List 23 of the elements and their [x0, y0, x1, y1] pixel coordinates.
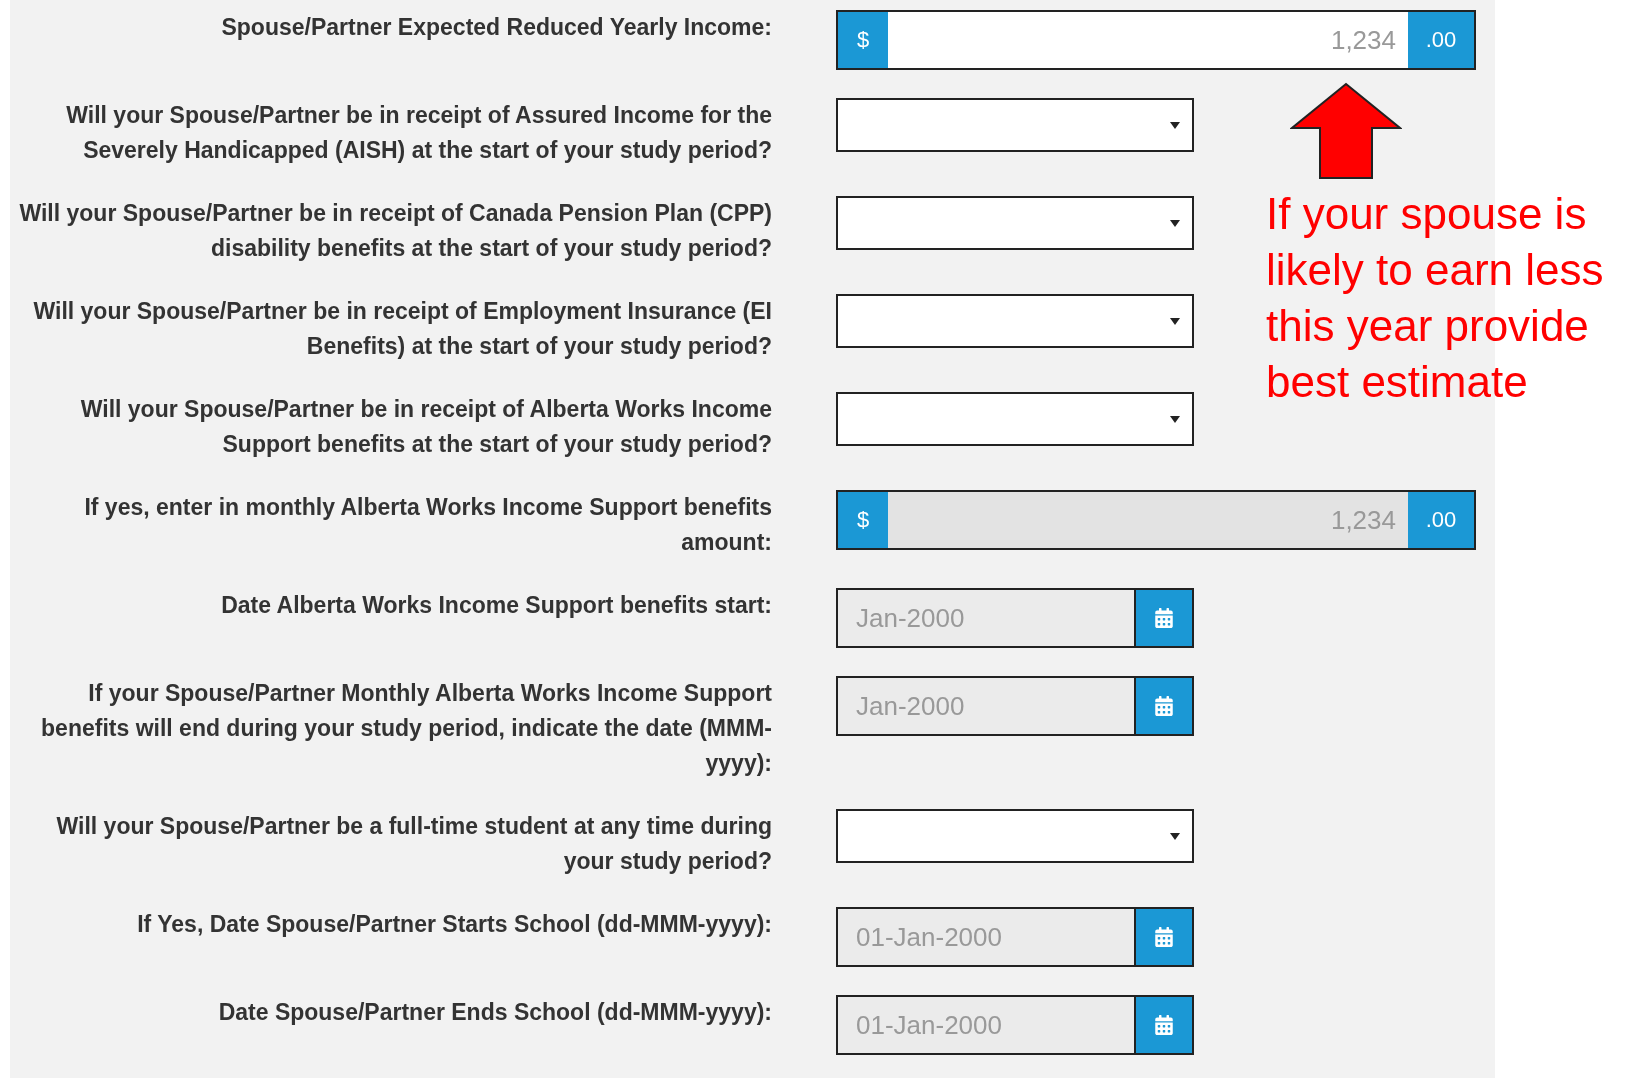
field-label: Spouse/Partner Expected Reduced Yearly Income:	[220, 13, 772, 42]
dropdown[interactable]	[836, 196, 1194, 250]
caret-icon	[1170, 317, 1180, 325]
field-label: Will your Spouse/Partner be a full-time student at any time during your study period?	[55, 812, 772, 876]
field-label: If your Spouse/Partner Monthly Alberta Works Income Support benefits will end during your study period, indicate the date (MMM-yyyy):	[40, 679, 772, 778]
field-label: If yes, enter in monthly Alberta Works Income Support benefits amount:	[83, 493, 772, 557]
caret-icon	[1170, 219, 1180, 227]
up-arrow-icon	[1290, 82, 1402, 180]
dropdown[interactable]	[836, 392, 1194, 446]
field-label: Date Alberta Works Income Support benefits start:	[220, 591, 772, 620]
field-label: Will your Spouse/Partner be in receipt of Alberta Works Income Support benefits at the start of your study period?	[79, 395, 772, 459]
caret-icon	[1170, 121, 1180, 129]
annotation-text: If your spouse is likely to earn less this year provide best estimate	[1266, 188, 1605, 408]
field-label: Date Spouse/Partner Ends School (dd-MMM-yyyy):	[217, 998, 772, 1027]
field-label: Will your Spouse/Partner be in receipt of Canada Pension Plan (CPP) disability benefits at the start of your study period?	[18, 199, 772, 263]
dropdown[interactable]	[836, 98, 1194, 152]
dropdown[interactable]	[836, 294, 1194, 348]
dropdown[interactable]	[836, 809, 1194, 863]
field-label: Will your Spouse/Partner be in receipt of Assured Income for the Severely Handicapped (AISH) at the start of your study period?	[65, 101, 772, 165]
field-label: If Yes, Date Spouse/Partner Starts School (dd-MMM-yyyy):	[136, 910, 772, 939]
caret-icon	[1170, 832, 1180, 840]
field-label: Will your Spouse/Partner be in receipt of Employment Insurance (EI Benefits) at the start of your study period?	[32, 297, 772, 361]
caret-icon	[1170, 415, 1180, 423]
